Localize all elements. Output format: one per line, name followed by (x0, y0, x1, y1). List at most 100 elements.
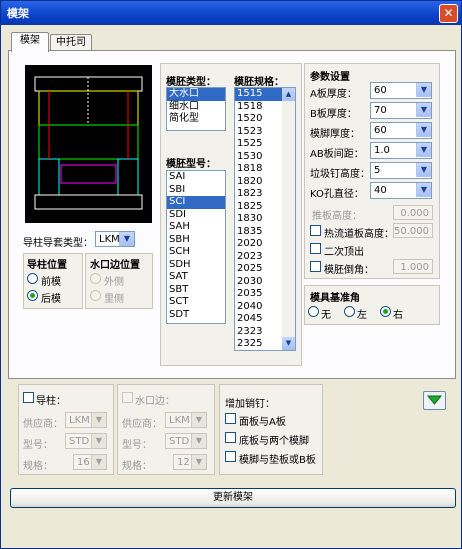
guide-pin-supplier-label: 供应商： (23, 419, 63, 430)
guide-pin-model-select[interactable]: STD ▼ (65, 433, 107, 449)
guide-sleeve-type-select[interactable]: LKM ▼ (95, 231, 135, 247)
mold-preview-wireframe (34, 76, 143, 210)
hot-runner-height-field[interactable]: 50.000 (393, 223, 433, 238)
mold-spec-scrollbar[interactable]: ▲ ▼ (282, 88, 295, 350)
mold-model-item[interactable]: SBT (167, 284, 225, 297)
chamfer-field[interactable]: 1.000 (393, 259, 433, 274)
guide-pin-spec-select[interactable]: 16 ▼ (73, 454, 107, 470)
radio-datum-right-label: 右 (393, 310, 403, 321)
dowel-bottom-spacer-label: 底板与两个模脚 (239, 436, 309, 447)
radio-rear-mold-label: 后模 (41, 294, 61, 305)
hot-runner-checkbox[interactable] (310, 225, 321, 236)
gate-side-model-label: 型号： (122, 440, 152, 451)
gate-side-supplier-select[interactable]: LKM ▼ (165, 412, 207, 428)
radio-datum-none[interactable] (308, 306, 319, 317)
second-eject-checkbox[interactable] (310, 243, 321, 254)
mold-type-list[interactable]: 大水口 细水口 简化型 (166, 87, 226, 131)
ko-hole-diameter-label: KO孔直径： (310, 189, 364, 200)
gate-side-spec-select[interactable]: 12 ▼ (173, 454, 207, 470)
dowel-spacer-b-checkbox[interactable] (225, 451, 236, 462)
radio-inner-side[interactable] (90, 290, 101, 301)
mold-model-item[interactable]: SAI (167, 171, 225, 184)
guide-pin-supplier-select[interactable]: LKM ▼ (65, 412, 107, 428)
ko-hole-diameter-select[interactable]: 40 ▼ (370, 182, 432, 199)
radio-datum-right[interactable] (380, 306, 391, 317)
a-plate-thickness-value: 60 (374, 85, 387, 96)
mold-model-item[interactable]: SAH (167, 221, 225, 234)
expand-button[interactable] (423, 391, 446, 410)
chamfer-checkbox[interactable] (310, 261, 321, 272)
gate-side-supplier-value: LKM (169, 415, 190, 426)
mold-model-item[interactable]: SCT (167, 296, 225, 309)
gate-side-model-select[interactable]: STD ▼ (165, 433, 207, 449)
chevron-down-icon: ▼ (416, 123, 431, 137)
dowel-top-a-checkbox[interactable] (225, 413, 236, 424)
b-plate-thickness-value: 70 (374, 105, 387, 116)
tab-center-support[interactable]: 中托司 (50, 34, 92, 51)
radio-outer-side[interactable] (90, 273, 101, 284)
mold-model-item[interactable]: SAT (167, 271, 225, 284)
guide-sleeve-type-value: LKM (99, 234, 120, 245)
scroll-up-icon[interactable]: ▲ (282, 88, 295, 101)
chevron-down-icon: ▼ (119, 232, 134, 246)
chevron-down-icon: ▼ (416, 143, 431, 157)
gate-side-spec-label: 规格： (122, 461, 152, 472)
mold-model-item[interactable]: SBI (167, 184, 225, 197)
title-bar: 模架 ✕ (1, 1, 461, 25)
push-plate-height-label: 推板高度： (312, 211, 362, 222)
second-eject-label: 二次顶出 (324, 247, 364, 258)
ab-plate-gap-value: 1.0 (374, 145, 390, 156)
mold-model-list[interactable]: SAI SBI SCI SDI SAH SBH SCH SDH SAT SBT … (166, 170, 226, 324)
b-plate-thickness-select[interactable]: 70 ▼ (370, 102, 432, 119)
radio-datum-left-label: 左 (357, 310, 367, 321)
mold-model-item[interactable]: SDI (167, 209, 225, 222)
mold-preview-image (25, 65, 152, 223)
stop-pin-height-select[interactable]: 5 ▼ (370, 162, 432, 179)
gate-side-checkbox[interactable] (122, 392, 133, 403)
chevron-down-icon: ▼ (91, 455, 106, 469)
mold-type-item[interactable]: 大水口 (167, 88, 225, 101)
mold-model-item[interactable]: SCH (167, 246, 225, 259)
green-down-arrow-icon (426, 395, 443, 405)
dowel-pin-title: 增加销钉： (225, 399, 275, 410)
spacer-block-thickness-label: 模脚厚度： (310, 129, 360, 140)
mold-model-item[interactable]: SDH (167, 259, 225, 272)
ko-hole-diameter-value: 40 (374, 185, 387, 196)
radio-front-mold[interactable] (27, 273, 38, 284)
a-plate-thickness-select[interactable]: 60 ▼ (370, 82, 432, 99)
tab-mold-base[interactable]: 模架 (11, 32, 49, 52)
scroll-down-icon[interactable]: ▼ (282, 337, 295, 350)
gate-position-title: 水口边位置 (90, 260, 140, 271)
mold-spec-label: 模胚规格： (234, 77, 284, 88)
dowel-bottom-spacer-checkbox[interactable] (225, 432, 236, 443)
close-button[interactable]: ✕ (439, 4, 458, 23)
mold-model-item[interactable]: SCI (167, 196, 225, 209)
push-plate-height-field[interactable]: 0.000 (393, 205, 433, 220)
gate-side-model-value: STD (169, 436, 190, 447)
gate-side-label: 水口边： (135, 396, 175, 407)
datum-corner-title: 模具基准角 (310, 293, 360, 304)
spacer-block-thickness-value: 60 (374, 125, 387, 136)
mold-spec-list[interactable]: 1515 1518 1520 1523 1525 1530 1818 1820 … (234, 87, 296, 351)
mold-spec-item[interactable]: 1515 (235, 88, 282, 101)
mold-type-item[interactable]: 简化型 (167, 113, 225, 126)
gate-side-spec-value: 12 (177, 457, 190, 468)
radio-outer-side-label: 外侧 (104, 277, 124, 288)
chevron-down-icon: ▼ (91, 434, 106, 448)
dialog-window: 模架 ✕ 模架 中托司 导柱导套类型： LKM ▼ 导柱位置 前模 后模 水口边… (0, 0, 462, 549)
update-mold-base-button[interactable]: 更新模架 (10, 488, 456, 508)
guide-pin-checkbox[interactable] (23, 392, 34, 403)
guide-position-title: 导柱位置 (27, 260, 67, 271)
mold-model-item[interactable]: SBH (167, 234, 225, 247)
hot-runner-label: 热流道板高度： (324, 229, 394, 240)
guide-pin-supplier-value: LKM (69, 415, 90, 426)
spacer-block-thickness-select[interactable]: 60 ▼ (370, 122, 432, 139)
mold-type-item[interactable]: 细水口 (167, 101, 225, 114)
radio-datum-left[interactable] (344, 306, 355, 317)
mold-model-item[interactable]: SDT (167, 309, 225, 322)
guide-pin-spec-label: 规格： (23, 461, 53, 472)
radio-rear-mold[interactable] (27, 290, 38, 301)
ab-plate-gap-select[interactable]: 1.0 ▼ (370, 142, 432, 159)
stop-pin-height-value: 5 (374, 165, 381, 176)
a-plate-thickness-label: A板厚度： (310, 89, 357, 100)
